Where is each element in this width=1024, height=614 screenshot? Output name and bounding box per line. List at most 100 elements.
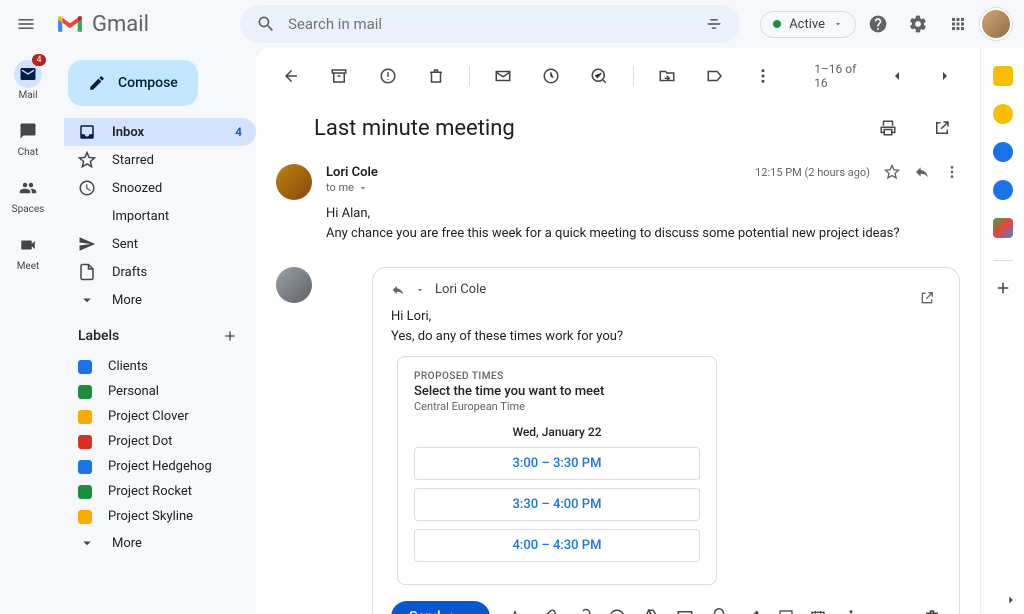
emoji-icon: [608, 608, 626, 614]
nav-sent[interactable]: Sent: [64, 230, 256, 258]
discard-button[interactable]: [923, 608, 941, 614]
emoji-button[interactable]: [608, 608, 626, 614]
label-color-icon: [78, 385, 92, 399]
add-label-button[interactable]: [218, 324, 242, 348]
label-item[interactable]: Project Rocket: [64, 479, 256, 504]
image-button[interactable]: [676, 608, 694, 614]
snooze-button[interactable]: [536, 58, 566, 94]
compose-button[interactable]: Compose: [68, 60, 198, 106]
mail-badge: 4: [32, 54, 46, 66]
send-button[interactable]: Send: [391, 601, 490, 614]
send-icon: [78, 235, 96, 253]
label-item[interactable]: Personal: [64, 379, 256, 404]
search-bar[interactable]: [240, 5, 740, 43]
sender-name[interactable]: Lori Cole: [326, 165, 378, 180]
leftbar-mail[interactable]: 4 Mail: [4, 56, 52, 105]
msg-line: Any chance you are free this week for a …: [326, 224, 960, 244]
support-button[interactable]: [860, 6, 896, 42]
logo[interactable]: Gmail: [52, 12, 232, 37]
popout-button[interactable]: [924, 110, 960, 146]
nav-snoozed[interactable]: Snoozed: [64, 174, 256, 202]
label-name: Clients: [108, 359, 148, 374]
apps-button[interactable]: [940, 6, 976, 42]
nav-snoozed-label: Snoozed: [112, 181, 162, 196]
reply-popout-button[interactable]: [909, 280, 945, 316]
print-button[interactable]: [870, 110, 906, 146]
labels-button[interactable]: [700, 58, 730, 94]
nav-inbox-label: Inbox: [112, 125, 144, 140]
spam-button[interactable]: [373, 58, 403, 94]
label-item[interactable]: Project Hedgehog: [64, 454, 256, 479]
drive-button[interactable]: [642, 608, 660, 614]
time-slot-button[interactable]: 3:30 – 4:00 PM: [414, 488, 700, 521]
nav-labels-more[interactable]: More: [64, 529, 256, 557]
label-item[interactable]: Project Clover: [64, 404, 256, 429]
link-button[interactable]: [574, 608, 592, 614]
reply-to[interactable]: Lori Cole: [435, 282, 486, 297]
back-button[interactable]: [276, 58, 306, 94]
nav-starred[interactable]: Starred: [64, 146, 256, 174]
chevron-down-icon: [78, 291, 96, 309]
recipient-line[interactable]: to me: [326, 181, 960, 194]
leftbar-spaces[interactable]: Spaces: [4, 170, 52, 219]
archive-button[interactable]: [324, 58, 354, 94]
nav-starred-label: Starred: [112, 153, 154, 168]
addon-keep[interactable]: [993, 104, 1013, 124]
reply-type-dropdown[interactable]: [415, 285, 425, 295]
mark-unread-button[interactable]: [488, 58, 518, 94]
delete-button[interactable]: [421, 58, 451, 94]
format-button[interactable]: [506, 608, 524, 614]
insert-template-button[interactable]: [778, 609, 794, 614]
nav-drafts[interactable]: Drafts: [64, 258, 256, 286]
reply-body[interactable]: Hi Lori, Yes, do any of these times work…: [391, 307, 941, 346]
labels-header: Labels: [64, 314, 256, 354]
time-slot-button[interactable]: 4:00 – 4:30 PM: [414, 529, 700, 562]
label-item[interactable]: Project Dot: [64, 429, 256, 454]
trash-icon: [427, 67, 445, 85]
status-chip[interactable]: Active: [760, 11, 856, 38]
main-menu-button[interactable]: [8, 6, 44, 42]
addon-tasks[interactable]: [993, 142, 1013, 162]
move-button[interactable]: [651, 58, 681, 94]
sidebar: Compose Inbox 4 Starred Snoozed Importan…: [56, 48, 256, 614]
nav-inbox[interactable]: Inbox 4: [64, 118, 256, 146]
side-panel: [980, 48, 1024, 614]
search-options-icon[interactable]: [704, 14, 724, 34]
signature-button[interactable]: [744, 608, 762, 614]
nav-more[interactable]: More: [64, 286, 256, 314]
attach-button[interactable]: [540, 608, 558, 614]
side-panel-toggle[interactable]: [1004, 593, 1018, 607]
chevron-down-icon: [415, 285, 425, 295]
confidential-button[interactable]: [710, 608, 728, 614]
leftbar-chat[interactable]: Chat: [4, 113, 52, 162]
reply-type-button[interactable]: [391, 283, 405, 297]
account-avatar[interactable]: [980, 8, 1012, 40]
more-actions-button[interactable]: [748, 58, 778, 94]
mail-icon: [494, 67, 512, 85]
settings-button[interactable]: [900, 6, 936, 42]
nav-more-label: More: [112, 293, 142, 308]
star-button[interactable]: [884, 164, 900, 180]
addon-calendar[interactable]: [993, 66, 1013, 86]
sender-avatar[interactable]: [276, 164, 312, 200]
time-slot-button[interactable]: 3:00 – 3:30 PM: [414, 447, 700, 480]
add-task-button[interactable]: [584, 58, 614, 94]
star-icon: [78, 151, 96, 169]
chat-icon: [19, 122, 37, 140]
next-button[interactable]: [930, 58, 960, 94]
compose-more-button[interactable]: [842, 608, 860, 614]
reply-button[interactable]: [914, 164, 930, 180]
nav-important[interactable]: Important: [64, 202, 256, 230]
label-item[interactable]: Clients: [64, 354, 256, 379]
addon-maps[interactable]: [993, 218, 1013, 238]
search-input[interactable]: [288, 15, 692, 33]
plus-icon: [222, 328, 238, 344]
leftbar-meet[interactable]: Meet: [4, 227, 52, 276]
addon-contacts[interactable]: [993, 180, 1013, 200]
prev-button[interactable]: [881, 58, 911, 94]
addon-get-button[interactable]: [994, 279, 1012, 297]
more-vert-icon: [754, 67, 772, 85]
calendar-insert-button[interactable]: [810, 609, 826, 614]
label-item[interactable]: Project Skyline: [64, 504, 256, 529]
message-more-button[interactable]: [944, 164, 960, 180]
